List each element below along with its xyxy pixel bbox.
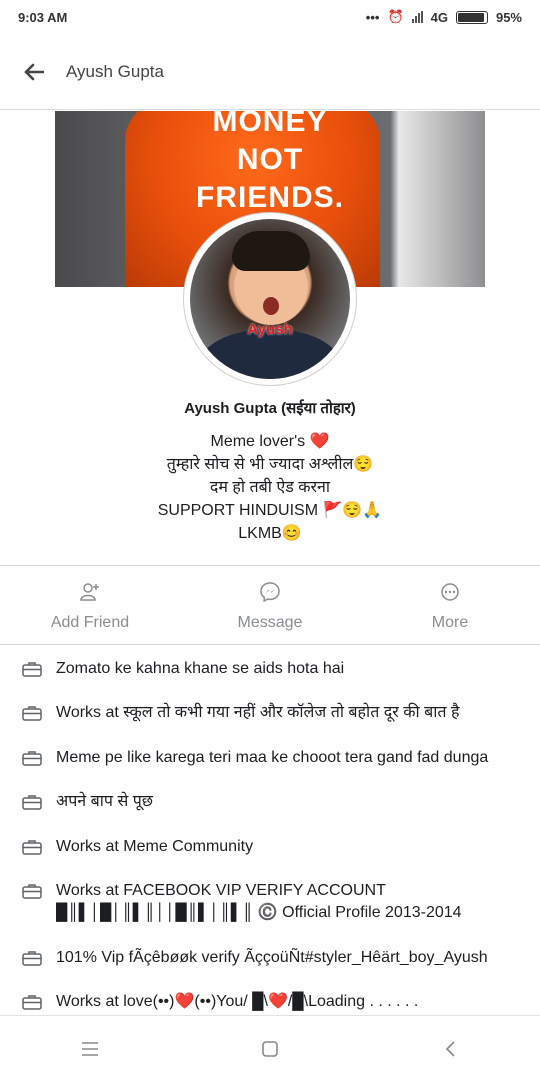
status-time: 9:03 AM xyxy=(18,9,68,25)
message-button[interactable]: Message xyxy=(180,578,360,644)
divider xyxy=(0,644,540,645)
bio-line: SUPPORT HINDUISM 🚩😌🙏 xyxy=(157,502,383,519)
bio-line: दम हो तबी ऐड करना xyxy=(209,479,331,496)
bio-line: LKMB😊 xyxy=(238,525,302,542)
avatar-hair xyxy=(232,231,310,271)
menu-icon xyxy=(82,1041,98,1056)
detail-item[interactable]: अपने बाप से पूछ xyxy=(22,791,526,813)
message-label: Message xyxy=(237,614,303,631)
detail-item[interactable]: Works at Meme Community xyxy=(22,836,526,858)
signal-icon xyxy=(411,11,423,23)
add-friend-label: Add Friend xyxy=(50,614,130,631)
status-bar: 9:03 AM ••• ⏰ 4G 95% xyxy=(0,0,540,34)
messenger-icon xyxy=(260,582,280,603)
add-friend-icon xyxy=(80,583,99,601)
profile-name: Ayush Gupta (सईया तोहार) xyxy=(184,400,356,417)
back-arrow-icon xyxy=(24,63,44,80)
status-icons: ••• ⏰ 4G 95% xyxy=(366,9,522,25)
add-friend-button[interactable]: Add Friend xyxy=(0,578,180,644)
briefcase-icon xyxy=(22,751,42,766)
briefcase-icon xyxy=(22,840,42,855)
detail-text: अपने बाप से पूछ xyxy=(56,793,154,810)
detail-item[interactable]: Meme pe like karega teri maa ke chooot t… xyxy=(22,747,526,769)
detail-text: Works at Meme Community xyxy=(56,838,254,855)
avatar: Ayush xyxy=(190,219,350,379)
more-button[interactable]: More xyxy=(360,578,540,644)
detail-item[interactable]: Works at love(••)❤️(••)You/ █\❤️/█\Loadi… xyxy=(22,991,526,1013)
profile-bio: Meme lover's ❤️ तुम्हारे सोच से भी ज्याद… xyxy=(0,430,540,545)
more-icon xyxy=(441,583,459,601)
more-dots-icon: ••• xyxy=(365,9,380,25)
briefcase-icon xyxy=(22,884,42,899)
detail-item[interactable]: Works at FACEBOOK VIP VERIFY ACCOUNT █║▌… xyxy=(22,880,526,924)
profile-actions: Add Friend Message More xyxy=(0,578,540,644)
detail-text: 101% Vip fÃçêbøøk verify ÃççoüÑt#styler_… xyxy=(56,949,488,966)
avatar-label: Ayush xyxy=(247,321,293,338)
page-title: Ayush Gupta xyxy=(66,61,164,81)
detail-text: Works at love(••)❤️(••)You/ █\❤️/█\Loadi… xyxy=(56,993,419,1010)
alarm-off-icon: ⏰ xyxy=(387,9,404,24)
briefcase-icon xyxy=(22,951,42,966)
briefcase-icon xyxy=(22,795,42,810)
detail-text: Works at FACEBOOK VIP VERIFY ACCOUNT █║▌… xyxy=(56,882,462,921)
briefcase-icon xyxy=(22,662,42,677)
home-square-icon xyxy=(262,1040,278,1057)
battery-icon xyxy=(455,10,488,24)
more-label: More xyxy=(431,614,469,631)
menu-button[interactable] xyxy=(60,1029,120,1069)
divider xyxy=(0,565,540,566)
system-back-button[interactable] xyxy=(420,1029,480,1069)
briefcase-icon xyxy=(22,706,42,721)
bio-line: Meme lover's ❤️ xyxy=(210,433,330,450)
profile-picture[interactable]: Ayush xyxy=(183,212,357,386)
detail-text: Works at स्कूल तो कभी गया नहीं और कॉलेज … xyxy=(56,704,460,721)
detail-text: Meme pe like karega teri maa ke chooot t… xyxy=(56,749,489,766)
back-button[interactable] xyxy=(14,52,54,92)
detail-item[interactable]: Zomato ke kahna khane se aids hota hai xyxy=(22,658,526,680)
network-type: 4G xyxy=(430,9,448,25)
avatar-mouth xyxy=(263,297,279,315)
cover-text-line: MONEY xyxy=(212,111,328,138)
detail-item[interactable]: 101% Vip fÃçêbøøk verify ÃççoüÑt#styler_… xyxy=(22,947,526,969)
detail-text: Zomato ke kahna khane se aids hota hai xyxy=(56,660,345,677)
app-bar: Ayush Gupta xyxy=(0,34,540,110)
bio-line: तुम्हारे सोच से भी ज्यादा अश्लील😌 xyxy=(166,456,374,473)
home-button[interactable] xyxy=(240,1029,300,1069)
cover-text-line: NOT xyxy=(236,143,304,176)
chevron-left-icon xyxy=(445,1040,455,1057)
system-navigation-bar xyxy=(0,1015,540,1081)
detail-item[interactable]: Works at स्कूल तो कभी गया नहीं और कॉलेज … xyxy=(22,702,526,724)
battery-level: 95% xyxy=(495,9,522,25)
cover-text: MONEY NOT FRIENDS. xyxy=(185,111,355,217)
briefcase-icon xyxy=(22,995,42,1010)
